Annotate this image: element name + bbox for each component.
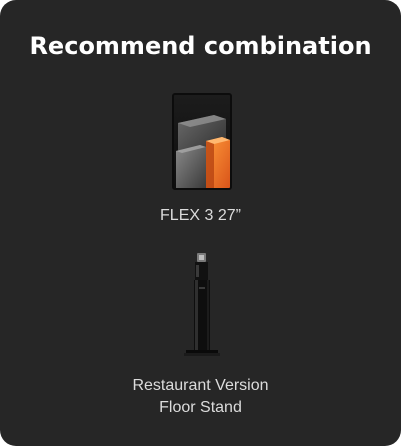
monitor-product-name: FLEX 3 27” [160,207,241,224]
floor-stand-product-image[interactable] [180,253,224,357]
floor-stand-name-line2: Floor Stand [159,399,242,416]
floor-stand-icon [184,253,220,356]
floor-stand-name-line1: Restaurant Version [132,377,269,394]
recommend-combination-card: Recommend combination FLEX 3 27” Restaur… [0,0,401,446]
card-title: Recommend combination [29,32,372,60]
monitor-icon [174,95,230,188]
monitor-product-image[interactable] [172,93,232,190]
